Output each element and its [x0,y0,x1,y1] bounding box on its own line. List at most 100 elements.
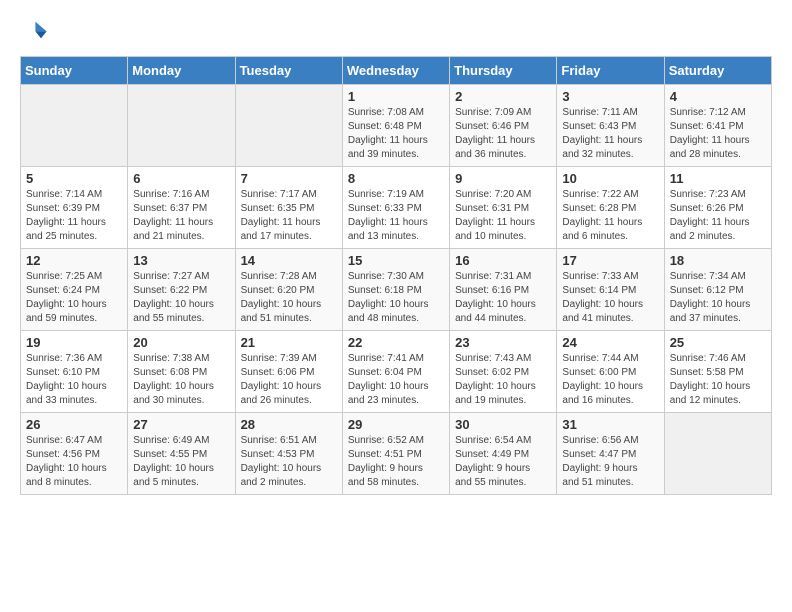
calendar-cell: 9 Sunrise: 7:20 AM Sunset: 6:31 PM Daylig… [450,167,557,249]
day-number: 5 [26,171,122,186]
day-info: Sunrise: 7:43 AM Sunset: 6:02 PM Dayligh… [455,352,551,408]
day-info: Sunrise: 7:25 AM Sunset: 6:24 PM Dayligh… [26,270,122,326]
calendar-cell [235,85,342,167]
day-info: Sunrise: 7:16 AM Sunset: 6:37 PM Dayligh… [133,188,229,244]
day-info: Sunrise: 7:23 AM Sunset: 6:26 PM Dayligh… [670,188,766,244]
day-info: Sunrise: 7:28 AM Sunset: 6:20 PM Dayligh… [241,270,337,326]
weekday-header: Sunday [21,57,128,85]
day-number: 17 [562,253,658,268]
calendar-cell: 1Sunrise: 7:08 AM Sunset: 6:48 PM Daylig… [342,85,449,167]
calendar-cell [664,413,771,495]
day-number: 2 [455,89,551,104]
day-number: 4 [670,89,766,104]
calendar-cell: 10 Sunrise: 7:22 AM Sunset: 6:28 PM Dayli… [557,167,664,249]
calendar-cell: 16 Sunrise: 7:31 AM Sunset: 6:16 PM Dayli… [450,249,557,331]
calendar-cell: 3 Sunrise: 7:11 AM Sunset: 6:43 PM Daylig… [557,85,664,167]
day-info: Sunrise: 7:36 AM Sunset: 6:10 PM Dayligh… [26,352,122,408]
day-info: Sunrise: 7:31 AM Sunset: 6:16 PM Dayligh… [455,270,551,326]
day-number: 25 [670,335,766,350]
day-number: 26 [26,417,122,432]
day-info: Sunrise: 6:52 AM Sunset: 4:51 PM Dayligh… [348,434,444,490]
day-number: 22 [348,335,444,350]
day-number: 13 [133,253,229,268]
calendar-cell: 30Sunrise: 6:54 AM Sunset: 4:49 PM Dayli… [450,413,557,495]
weekday-header: Thursday [450,57,557,85]
day-number: 27 [133,417,229,432]
weekday-header: Monday [128,57,235,85]
day-info: Sunrise: 7:11 AM Sunset: 6:43 PM Dayligh… [562,106,658,162]
header [20,16,772,44]
calendar-cell: 29Sunrise: 6:52 AM Sunset: 4:51 PM Dayli… [342,413,449,495]
calendar-cell: 5 Sunrise: 7:14 AM Sunset: 6:39 PM Daylig… [21,167,128,249]
logo-icon [20,16,48,44]
weekday-header: Friday [557,57,664,85]
calendar-week-row: 12 Sunrise: 7:25 AM Sunset: 6:24 PM Dayli… [21,249,772,331]
calendar-cell: 11 Sunrise: 7:23 AM Sunset: 6:26 PM Dayli… [664,167,771,249]
day-info: Sunrise: 7:08 AM Sunset: 6:48 PM Dayligh… [348,106,444,162]
calendar-cell: 25 Sunrise: 7:46 AM Sunset: 5:58 PM Dayli… [664,331,771,413]
calendar-cell: 20Sunrise: 7:38 AM Sunset: 6:08 PM Dayli… [128,331,235,413]
day-info: Sunrise: 7:33 AM Sunset: 6:14 PM Dayligh… [562,270,658,326]
day-info: Sunrise: 7:17 AM Sunset: 6:35 PM Dayligh… [241,188,337,244]
day-number: 12 [26,253,122,268]
calendar-cell: 8 Sunrise: 7:19 AM Sunset: 6:33 PM Daylig… [342,167,449,249]
day-info: Sunrise: 6:51 AM Sunset: 4:53 PM Dayligh… [241,434,337,490]
day-info: Sunrise: 7:38 AM Sunset: 6:08 PM Dayligh… [133,352,229,408]
day-info: Sunrise: 7:39 AM Sunset: 6:06 PM Dayligh… [241,352,337,408]
day-info: Sunrise: 7:27 AM Sunset: 6:22 PM Dayligh… [133,270,229,326]
weekday-header: Tuesday [235,57,342,85]
calendar-cell: 6 Sunrise: 7:16 AM Sunset: 6:37 PM Daylig… [128,167,235,249]
calendar-cell [128,85,235,167]
calendar-cell: 22 Sunrise: 7:41 AM Sunset: 6:04 PM Dayli… [342,331,449,413]
calendar-week-row: 5 Sunrise: 7:14 AM Sunset: 6:39 PM Daylig… [21,167,772,249]
calendar-cell: 14 Sunrise: 7:28 AM Sunset: 6:20 PM Dayli… [235,249,342,331]
day-number: 16 [455,253,551,268]
weekday-header: Saturday [664,57,771,85]
day-info: Sunrise: 6:47 AM Sunset: 4:56 PM Dayligh… [26,434,122,490]
calendar-cell [21,85,128,167]
day-number: 31 [562,417,658,432]
calendar-cell: 13 Sunrise: 7:27 AM Sunset: 6:22 PM Dayli… [128,249,235,331]
day-number: 19 [26,335,122,350]
day-number: 14 [241,253,337,268]
day-number: 6 [133,171,229,186]
calendar-week-row: 26 Sunrise: 6:47 AM Sunset: 4:56 PM Dayli… [21,413,772,495]
calendar-container: SundayMondayTuesdayWednesdayThursdayFrid… [0,0,792,515]
day-info: Sunrise: 7:44 AM Sunset: 6:00 PM Dayligh… [562,352,658,408]
calendar-cell: 28Sunrise: 6:51 AM Sunset: 4:53 PM Dayli… [235,413,342,495]
calendar-cell: 12 Sunrise: 7:25 AM Sunset: 6:24 PM Dayli… [21,249,128,331]
calendar-cell: 19 Sunrise: 7:36 AM Sunset: 6:10 PM Dayli… [21,331,128,413]
calendar-cell: 26 Sunrise: 6:47 AM Sunset: 4:56 PM Dayli… [21,413,128,495]
calendar-table: SundayMondayTuesdayWednesdayThursdayFrid… [20,56,772,495]
calendar-header-row: SundayMondayTuesdayWednesdayThursdayFrid… [21,57,772,85]
day-info: Sunrise: 7:09 AM Sunset: 6:46 PM Dayligh… [455,106,551,162]
calendar-cell: 31Sunrise: 6:56 AM Sunset: 4:47 PM Dayli… [557,413,664,495]
day-info: Sunrise: 7:41 AM Sunset: 6:04 PM Dayligh… [348,352,444,408]
calendar-cell: 2 Sunrise: 7:09 AM Sunset: 6:46 PM Daylig… [450,85,557,167]
day-info: Sunrise: 7:20 AM Sunset: 6:31 PM Dayligh… [455,188,551,244]
day-number: 8 [348,171,444,186]
day-info: Sunrise: 7:19 AM Sunset: 6:33 PM Dayligh… [348,188,444,244]
day-info: Sunrise: 7:34 AM Sunset: 6:12 PM Dayligh… [670,270,766,326]
calendar-cell: 21Sunrise: 7:39 AM Sunset: 6:06 PM Dayli… [235,331,342,413]
day-number: 10 [562,171,658,186]
day-number: 11 [670,171,766,186]
calendar-cell: 7Sunrise: 7:17 AM Sunset: 6:35 PM Daylig… [235,167,342,249]
logo [20,16,52,44]
day-number: 3 [562,89,658,104]
day-info: Sunrise: 7:46 AM Sunset: 5:58 PM Dayligh… [670,352,766,408]
day-info: Sunrise: 6:54 AM Sunset: 4:49 PM Dayligh… [455,434,551,490]
day-info: Sunrise: 6:49 AM Sunset: 4:55 PM Dayligh… [133,434,229,490]
calendar-cell: 15Sunrise: 7:30 AM Sunset: 6:18 PM Dayli… [342,249,449,331]
day-info: Sunrise: 7:14 AM Sunset: 6:39 PM Dayligh… [26,188,122,244]
calendar-cell: 18 Sunrise: 7:34 AM Sunset: 6:12 PM Dayli… [664,249,771,331]
day-number: 18 [670,253,766,268]
calendar-cell: 27 Sunrise: 6:49 AM Sunset: 4:55 PM Dayli… [128,413,235,495]
day-info: Sunrise: 7:22 AM Sunset: 6:28 PM Dayligh… [562,188,658,244]
day-info: Sunrise: 7:12 AM Sunset: 6:41 PM Dayligh… [670,106,766,162]
calendar-cell: 23 Sunrise: 7:43 AM Sunset: 6:02 PM Dayli… [450,331,557,413]
day-number: 9 [455,171,551,186]
calendar-cell: 24Sunrise: 7:44 AM Sunset: 6:00 PM Dayli… [557,331,664,413]
calendar-week-row: 19 Sunrise: 7:36 AM Sunset: 6:10 PM Dayli… [21,331,772,413]
day-number: 23 [455,335,551,350]
